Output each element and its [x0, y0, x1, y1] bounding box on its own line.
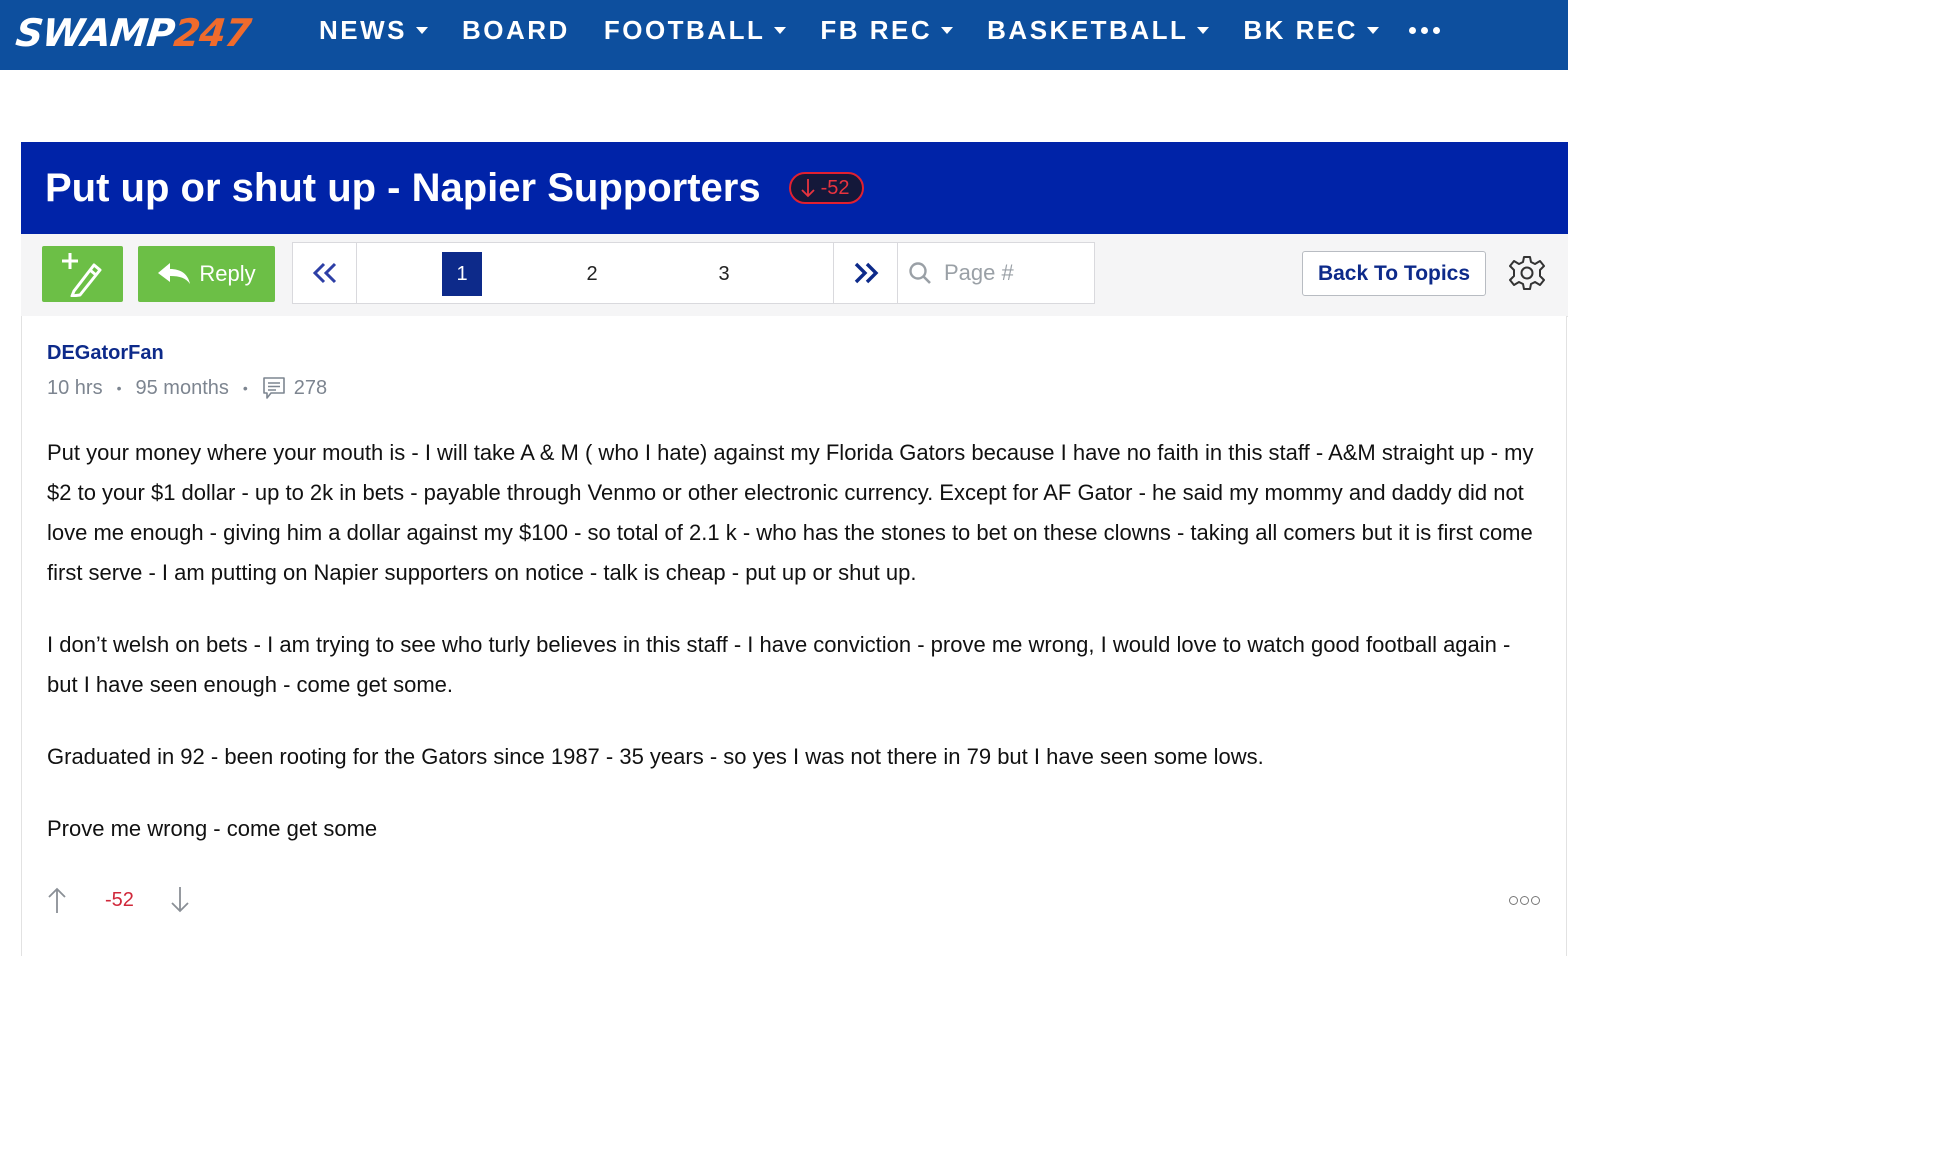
- page-2-button[interactable]: 2: [572, 252, 612, 296]
- page-1-button[interactable]: 1: [442, 252, 482, 296]
- caret-down-icon: [774, 26, 787, 34]
- thread-vote-count: -52: [820, 176, 850, 199]
- nav-item-label: NEWS: [319, 14, 407, 45]
- post-vote-controls: -52: [47, 886, 190, 914]
- new-topic-button[interactable]: [42, 246, 123, 302]
- site-logo[interactable]: SWAMP 247: [13, 8, 253, 58]
- nav-item-football[interactable]: FOOTBALL: [604, 15, 787, 46]
- last-page-button[interactable]: [833, 243, 898, 303]
- nav-item-label: BOARD: [462, 14, 570, 45]
- thread-vote-badge: -52: [788, 172, 865, 204]
- post-count-link[interactable]: 278: [262, 376, 327, 400]
- reply-button[interactable]: Reply: [138, 246, 275, 302]
- post-time: 10 hrs: [47, 376, 103, 399]
- post-author[interactable]: DEGatorFan: [47, 342, 164, 365]
- post-body: Put your money where your mouth is - I w…: [47, 433, 1542, 881]
- page-number-field: [896, 243, 1094, 303]
- downvote-arrow-icon[interactable]: [170, 886, 190, 914]
- reply-arrow-icon: [158, 263, 191, 284]
- thread-title: Put up or shut up - Napier Supporters: [45, 165, 761, 210]
- page-3-button[interactable]: 3: [704, 252, 744, 296]
- post-vote-count: -52: [105, 888, 134, 911]
- nav-item-label: FB REC: [820, 14, 933, 45]
- caret-down-icon: [1367, 26, 1380, 34]
- search-icon: [909, 262, 931, 284]
- post-meta: 10 hrs • 95 months • 278: [47, 376, 327, 400]
- meta-separator: •: [242, 380, 248, 396]
- nav-menu: NEWS BOARD FOOTBALL FB REC BASKETBALL BK…: [319, 0, 1441, 60]
- first-page-button[interactable]: [293, 243, 357, 303]
- nav-item-fb-rec[interactable]: FB REC: [820, 14, 954, 46]
- logo-number: 247: [171, 11, 253, 55]
- nav-item-news[interactable]: NEWS: [319, 15, 428, 46]
- post-paragraph: I don’t welsh on bets - I am trying to s…: [47, 632, 1511, 697]
- caret-down-icon: [416, 26, 428, 34]
- post-paragraph: Graduated in 92 - been rooting for the G…: [47, 744, 1264, 769]
- post-count: 278: [293, 376, 328, 399]
- nav-item-bk-rec[interactable]: BK REC: [1243, 14, 1380, 46]
- page-number-input[interactable]: [942, 259, 1086, 287]
- nav-item-label: FOOTBALL: [603, 14, 766, 45]
- thread-toolbar: Reply 1 2 3 Back To Topics: [21, 234, 1568, 317]
- nav-item-basketball[interactable]: BASKETBALL: [987, 14, 1210, 46]
- pagination: 1 2 3: [292, 242, 1095, 304]
- thread-header: Put up or shut up - Napier Supporters -5…: [21, 142, 1568, 234]
- post-options-ellipsis-icon[interactable]: [1509, 896, 1540, 905]
- comment-icon: [262, 377, 285, 399]
- back-to-topics-button[interactable]: Back To Topics: [1302, 251, 1486, 296]
- nav-item-label: BK REC: [1243, 14, 1359, 45]
- meta-separator: •: [116, 380, 122, 396]
- nav-item-label: BASKETBALL: [987, 14, 1189, 45]
- caret-down-icon: [1197, 26, 1210, 34]
- post-paragraph: Prove me wrong - come get some: [47, 816, 378, 841]
- double-chevron-left-icon: [312, 262, 336, 284]
- new-post-pencil-icon: [61, 253, 101, 297]
- post-paragraph: Put your money where your mouth is - I w…: [47, 440, 1534, 585]
- top-navigation: SWAMP 247 NEWS BOARD FOOTBALL FB REC BASK…: [0, 0, 1568, 70]
- upvote-arrow-icon[interactable]: [47, 886, 67, 914]
- gear-icon[interactable]: [1509, 255, 1545, 291]
- nav-more-ellipsis-icon[interactable]: [1409, 26, 1441, 34]
- caret-down-icon: [941, 26, 954, 34]
- arrow-down-icon: [800, 179, 815, 198]
- reply-label: Reply: [199, 261, 256, 286]
- forum-post: DEGatorFan 10 hrs • 95 months • 278 Put …: [21, 316, 1567, 956]
- member-duration: 95 months: [135, 376, 229, 399]
- double-chevron-right-icon: [854, 262, 878, 284]
- nav-item-board[interactable]: BOARD: [462, 15, 570, 46]
- logo-text: SWAMP: [13, 11, 177, 55]
